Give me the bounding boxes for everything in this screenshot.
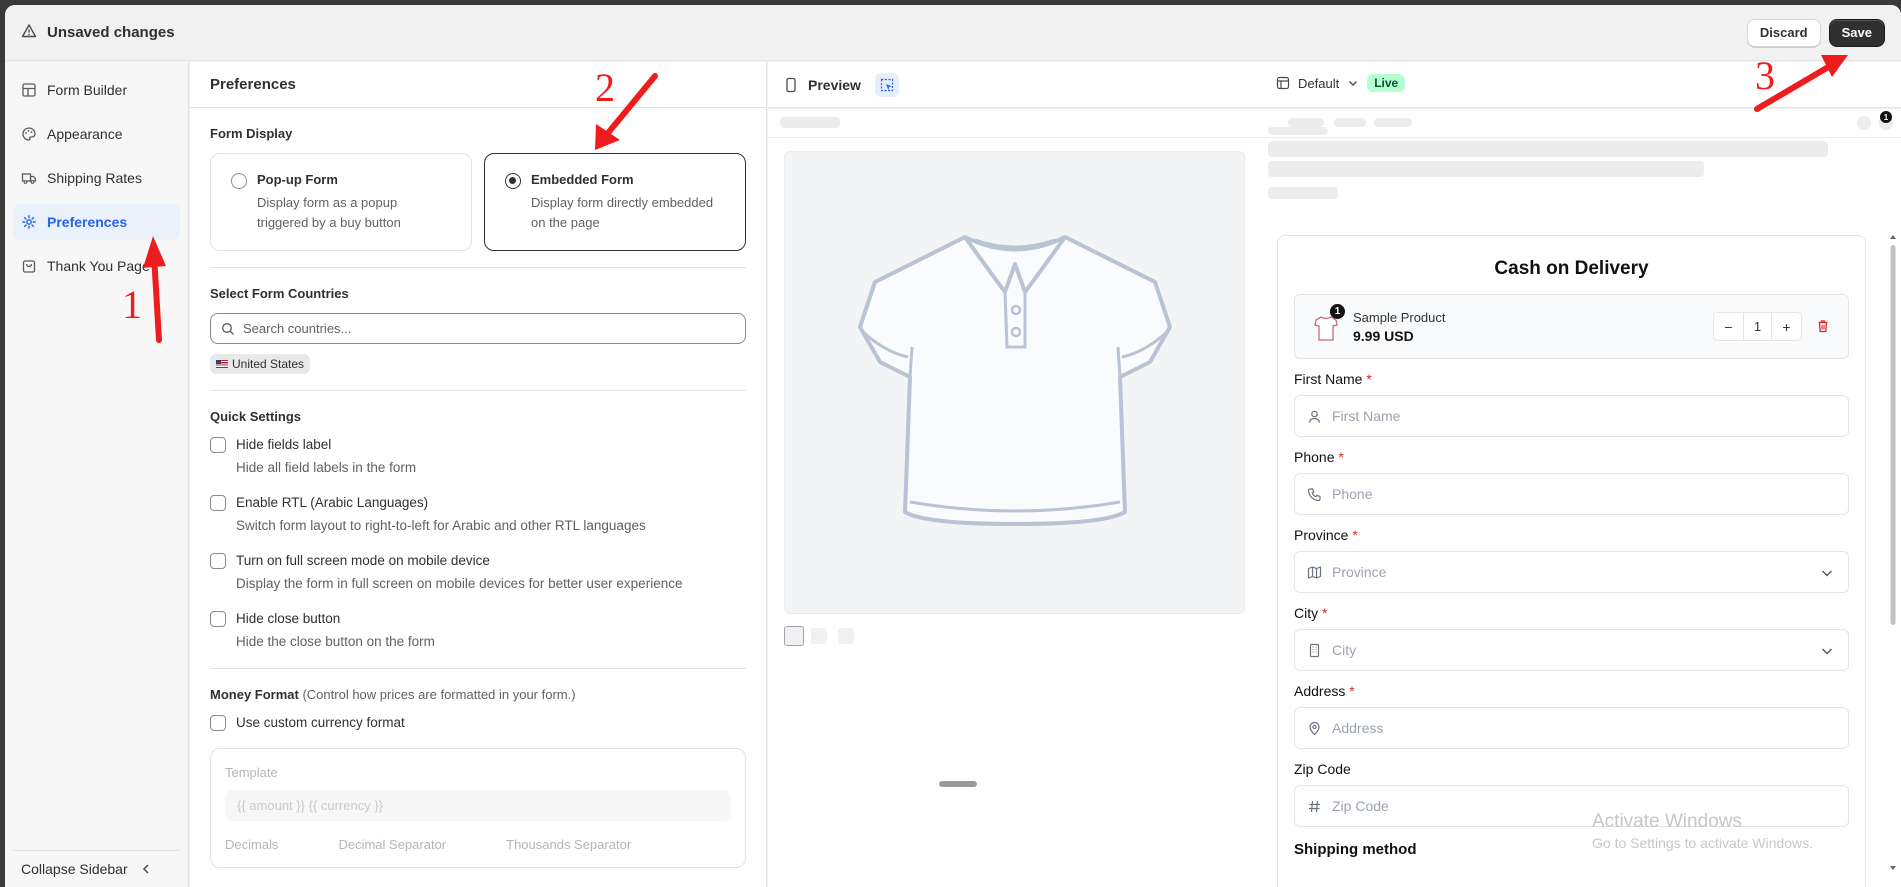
annotation-number-3: 3	[1755, 53, 1775, 98]
annotation-overlay	[143, 55, 1848, 343]
annotation-arrow-1	[143, 236, 166, 343]
annotation-number-1: 1	[122, 282, 142, 327]
annotation-number-2: 2	[595, 65, 615, 110]
